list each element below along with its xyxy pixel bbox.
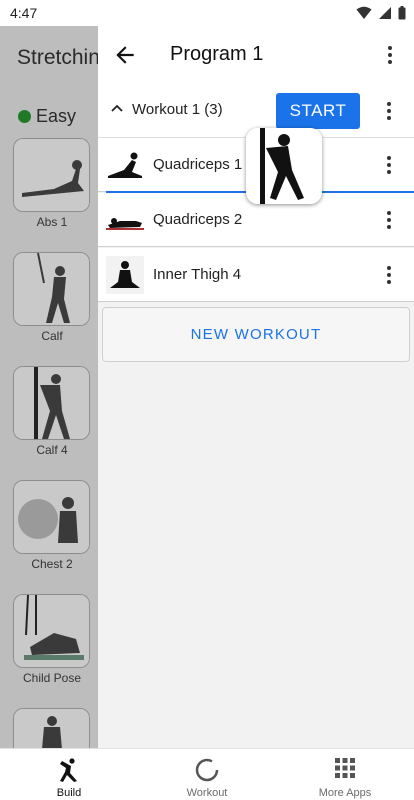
exercise-partial-image (14, 709, 89, 748)
exercise-menu-icon[interactable] (377, 263, 401, 287)
program-menu-icon[interactable] (378, 43, 402, 67)
bottom-navigation: Build Workout More Apps (0, 748, 414, 800)
exercise-label: Child Pose (22, 671, 82, 685)
level-header: Easy (18, 106, 76, 127)
workout-name: Workout 1 (3) (132, 101, 223, 118)
start-workout-button[interactable]: START (276, 93, 360, 129)
program-title: Program 1 (170, 43, 264, 65)
exercise-label: Inner Thigh 4 (153, 266, 242, 283)
exercise-row[interactable]: Inner Thigh 4 (98, 248, 414, 302)
nav-workout[interactable]: Workout (138, 749, 276, 800)
nav-more-apps[interactable]: More Apps (276, 749, 414, 800)
wifi-icon (356, 6, 372, 19)
child-pose-stretch-image (14, 595, 89, 667)
status-bar: 4:47 (0, 0, 414, 26)
abs-stretch-image (14, 139, 89, 211)
drawer-header: Program 1 (98, 26, 414, 84)
calf-stretch-image (14, 253, 89, 325)
exercise-thumbnail (106, 146, 144, 184)
nav-build[interactable]: Build (0, 749, 138, 800)
dragged-exercise-preview[interactable] (246, 128, 322, 204)
circle-progress-icon (195, 758, 219, 782)
exercise-library-scrim[interactable]: Stretching Easy Abs 1 Calf Calf 4 (0, 26, 98, 748)
new-workout-button[interactable]: NEW WORKOUT (102, 307, 410, 362)
back-arrow-icon[interactable] (112, 42, 138, 68)
signal-icon (379, 7, 391, 19)
grid-icon (335, 758, 355, 778)
exercise-card-calf-4[interactable] (13, 366, 90, 440)
exercise-thumbnail (106, 256, 144, 294)
nav-label: More Apps (318, 787, 372, 799)
quadriceps-1-image (108, 152, 142, 178)
exercise-card-abs[interactable] (13, 138, 90, 212)
library-title: Stretching (17, 46, 98, 69)
status-icons (356, 6, 406, 20)
exercise-card-partial[interactable] (13, 708, 90, 748)
exercise-label: Calf 4 (36, 443, 68, 457)
exercise-menu-icon[interactable] (377, 153, 401, 177)
calf-4-drag-image (246, 128, 322, 204)
status-time: 4:47 (10, 5, 38, 21)
level-label: Easy (36, 106, 77, 126)
exercise-card-child-pose[interactable] (13, 594, 90, 668)
inner-thigh-4-image (106, 256, 144, 294)
quadriceps-2-image (106, 218, 144, 230)
exercise-thumbnail (106, 201, 144, 239)
level-dot-icon (18, 110, 31, 123)
chest-2-stretch-image (14, 481, 89, 553)
exercise-card-chest-2[interactable] (13, 480, 90, 554)
chevron-up-icon[interactable] (110, 102, 124, 116)
stretch-figure-icon (60, 758, 77, 782)
exercise-label: Calf (41, 329, 63, 343)
exercise-label: Quadriceps 2 (153, 211, 243, 228)
workout-menu-icon[interactable] (377, 99, 401, 123)
battery-icon (398, 6, 406, 20)
exercise-menu-icon[interactable] (377, 208, 401, 232)
exercise-label: Quadriceps 1 (153, 156, 243, 173)
calf-4-stretch-image (14, 367, 89, 439)
nav-label: Build (56, 787, 82, 799)
exercise-card-calf[interactable] (13, 252, 90, 326)
nav-label: Workout (186, 787, 228, 799)
exercise-label: Abs 1 (36, 215, 68, 229)
exercise-label: Chest 2 (31, 557, 73, 571)
